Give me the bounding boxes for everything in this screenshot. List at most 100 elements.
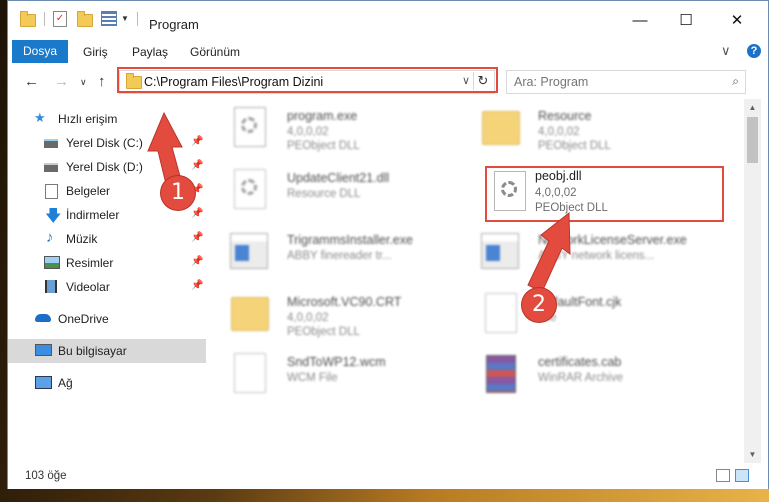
- step-2-badge: 2: [522, 288, 556, 322]
- separator: [136, 11, 138, 26]
- scroll-down-icon[interactable]: ▼: [744, 446, 761, 463]
- sidebar-item-videos[interactable]: Videolar 📌: [8, 275, 206, 299]
- computer-icon: [35, 344, 52, 356]
- sidebar-item-label: OneDrive: [58, 312, 109, 326]
- file-version: 4,0,0,02: [538, 126, 580, 138]
- exe-gear-icon: [227, 103, 271, 151]
- sidebar-item-label: Ağ: [58, 376, 73, 390]
- toolbar-dropdown-icon[interactable]: ▼: [121, 14, 129, 23]
- folder-icon: [227, 289, 271, 337]
- recent-locations-button[interactable]: ∨: [80, 77, 87, 88]
- pin-icon[interactable]: 📌: [191, 160, 203, 171]
- file-type: WinRAR Archive: [538, 372, 623, 384]
- cloud-icon: [35, 314, 51, 322]
- file-name: NetworkLicenseServer.exe: [538, 233, 687, 247]
- file-version: 4,0,0,02: [287, 126, 329, 138]
- file-item[interactable]: SndToWP12.wcm WCM File: [227, 345, 477, 403]
- sidebar-item-label: Müzik: [66, 232, 98, 246]
- sidebar-item-local-disk-c[interactable]: Yerel Disk (C:) 📌: [8, 131, 206, 155]
- drive-icon: [44, 163, 58, 172]
- sidebar-item-quick-access[interactable]: ★ Hızlı erişim: [8, 107, 206, 131]
- tab-file[interactable]: Dosya: [12, 40, 68, 63]
- details-view-icon[interactable]: [716, 469, 730, 482]
- sidebar-item-label: Resimler: [66, 256, 114, 270]
- file-list: program.exe 4,0,0,02 PEObject DLL Resour…: [213, 99, 744, 463]
- navigation-pane: ★ Hızlı erişim Yerel Disk (C:) 📌 Yerel D…: [8, 99, 206, 463]
- pin-icon[interactable]: 📌: [191, 280, 203, 291]
- file-item[interactable]: Microsoft.VC90.CRT 4,0,0,02 PEObject DLL: [227, 285, 477, 343]
- minimize-button[interactable]: —: [617, 7, 663, 35]
- file-description: ABBY finereader tr...: [287, 250, 392, 262]
- customize-toolbar-icon[interactable]: [101, 11, 117, 26]
- file-name: certificates.cab: [538, 355, 622, 369]
- separator: [44, 11, 45, 26]
- address-highlight-box: [117, 67, 498, 93]
- documents-icon: [45, 184, 58, 199]
- dll-file-icon: [227, 165, 271, 213]
- file-type: Resource DLL: [287, 188, 361, 200]
- file-description: PEObject DLL: [538, 140, 611, 152]
- sidebar-item-label: Yerel Disk (D:): [66, 160, 143, 174]
- winrar-icon: [478, 349, 522, 397]
- file-item[interactable]: TrigrammsInstaller.exe ABBY finereader t…: [227, 223, 477, 281]
- download-icon: 🡇: [45, 208, 62, 225]
- scroll-thumb[interactable]: [747, 117, 758, 163]
- large-icons-view-icon[interactable]: [735, 469, 749, 482]
- sidebar-item-onedrive[interactable]: OneDrive: [8, 307, 206, 331]
- file-item[interactable]: certificates.cab WinRAR Archive: [478, 345, 728, 403]
- file-description: PEObject DLL: [287, 140, 360, 152]
- sidebar-item-music[interactable]: ♪ Müzik 📌: [8, 227, 206, 251]
- sidebar-item-label: Videolar: [66, 280, 110, 294]
- navigation-bar: ← → ∨ ↑ C:\Program Files\Program Dizini …: [8, 63, 768, 99]
- file-name: UpdateClient21.dll: [287, 171, 390, 185]
- scroll-up-icon[interactable]: ▲: [744, 99, 761, 116]
- properties-check-icon[interactable]: ✓: [53, 10, 67, 27]
- folder-icon: [20, 11, 36, 27]
- tab-share[interactable]: Paylaş: [132, 45, 168, 59]
- pin-icon[interactable]: 📌: [191, 208, 203, 219]
- pin-icon[interactable]: 📌: [191, 256, 203, 267]
- new-folder-icon[interactable]: [77, 11, 93, 27]
- sidebar-item-label: İndirmeler: [66, 208, 120, 222]
- tab-home[interactable]: Giriş: [83, 45, 108, 59]
- file-name: SndToWP12.wcm: [287, 355, 386, 369]
- sidebar-item-this-pc[interactable]: Bu bilgisayar: [8, 339, 206, 363]
- file-type: WCM File: [287, 372, 338, 384]
- file-item[interactable]: program.exe 4,0,0,02 PEObject DLL: [227, 99, 477, 157]
- vertical-scrollbar[interactable]: ▲ ▼: [744, 99, 761, 463]
- help-icon[interactable]: ?: [747, 44, 761, 58]
- item-count: 103 öğe: [25, 470, 67, 482]
- exe-window-icon: [227, 227, 271, 275]
- file-item[interactable]: DefaultFont.cjk File: [478, 285, 728, 343]
- ribbon-tabs: Dosya Giriş Paylaş Görünüm ∨ ?: [8, 39, 768, 64]
- exe-window-icon: [478, 227, 522, 275]
- video-icon: [45, 280, 57, 293]
- close-button[interactable]: ✕: [714, 7, 760, 35]
- file-description: ABBY network licens...: [538, 250, 655, 262]
- up-button[interactable]: ↑: [98, 73, 106, 90]
- status-bar: 103 öğe: [8, 463, 768, 489]
- pin-icon[interactable]: 📌: [191, 136, 203, 147]
- sidebar-item-label: Yerel Disk (C:): [66, 136, 143, 150]
- tab-view[interactable]: Görünüm: [190, 45, 240, 59]
- file-description: PEObject DLL: [287, 326, 360, 338]
- pictures-icon: [44, 256, 60, 269]
- network-icon: [35, 376, 52, 389]
- file-item[interactable]: NetworkLicenseServer.exe ABBY network li…: [478, 223, 728, 281]
- search-box[interactable]: Ara: Program ⌕: [506, 70, 746, 94]
- file-name: Resource: [538, 109, 592, 123]
- search-placeholder[interactable]: Ara: Program: [514, 75, 588, 89]
- forward-button[interactable]: →: [54, 73, 69, 90]
- back-button[interactable]: ←: [24, 73, 39, 90]
- sidebar-item-network[interactable]: Ağ: [8, 371, 206, 395]
- quick-access-toolbar: ✓ ▼: [20, 10, 146, 27]
- maximize-button[interactable]: ☐: [663, 7, 709, 35]
- expand-ribbon-button[interactable]: ∨: [721, 43, 731, 59]
- file-item[interactable]: UpdateClient21.dll Resource DLL: [227, 161, 477, 219]
- file-name: TrigrammsInstaller.exe: [287, 233, 413, 247]
- pin-icon[interactable]: 📌: [191, 232, 203, 243]
- sidebar-item-pictures[interactable]: Resimler 📌: [8, 251, 206, 275]
- file-name: program.exe: [287, 109, 358, 123]
- file-item[interactable]: Resource 4,0,0,02 PEObject DLL: [478, 99, 728, 157]
- window-title: Program: [149, 17, 199, 32]
